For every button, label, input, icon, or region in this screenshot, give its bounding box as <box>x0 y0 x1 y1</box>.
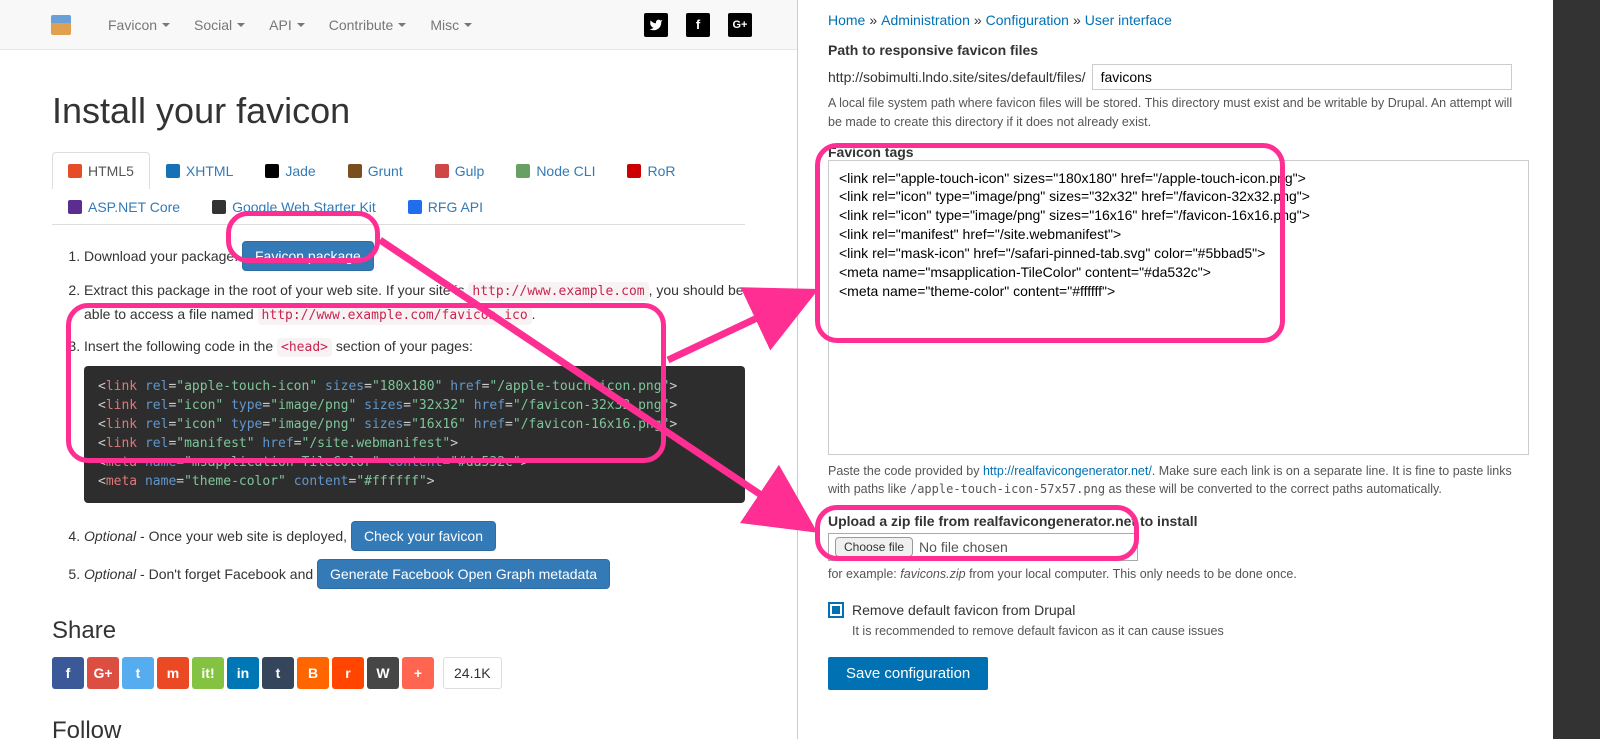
step-5: Optional - Don't forget Facebook and Gen… <box>84 559 745 589</box>
generate-fb-og-button[interactable]: Generate Facebook Open Graph metadata <box>317 559 610 589</box>
example-favicon-url: http://www.example.com/favicon.ico <box>258 306 532 325</box>
tab-icon <box>408 200 422 214</box>
tags-label: Favicon tags <box>828 144 1529 160</box>
share-button-5[interactable]: in <box>227 657 259 689</box>
navbar: FaviconSocialAPIContributeMisc f G+ <box>0 0 797 50</box>
caret-down-icon <box>297 23 305 27</box>
head-tag: <head> <box>277 338 332 357</box>
breadcrumb-user-interface[interactable]: User interface <box>1085 12 1172 28</box>
favicon-package-button[interactable]: Favicon package <box>242 241 374 271</box>
tab-node-cli[interactable]: Node CLI <box>500 152 611 189</box>
code-block: <link rel="apple-touch-icon" sizes="180x… <box>84 366 745 503</box>
tab-icon <box>516 164 530 178</box>
share-row: fG+tmit!intBrW+24.1K <box>52 657 745 689</box>
path-help: A local file system path where favicon f… <box>828 94 1529 132</box>
tags-help: Paste the code provided by http://realfa… <box>828 462 1529 500</box>
step-2: Extract this package in the root of your… <box>84 279 745 327</box>
tab-ror[interactable]: RoR <box>611 152 691 189</box>
share-button-4[interactable]: it! <box>192 657 224 689</box>
path-input[interactable] <box>1092 64 1512 90</box>
share-button-1[interactable]: G+ <box>87 657 119 689</box>
file-input-row[interactable]: Choose file No file chosen <box>828 533 1138 561</box>
file-status: No file chosen <box>919 539 1008 555</box>
tab-icon <box>435 164 449 178</box>
remove-default-favicon-checkbox[interactable] <box>828 602 844 618</box>
breadcrumb-configuration[interactable]: Configuration <box>986 12 1069 28</box>
caret-down-icon <box>162 23 170 27</box>
caret-down-icon <box>464 23 472 27</box>
caret-down-icon <box>237 23 245 27</box>
share-button-0[interactable]: f <box>52 657 84 689</box>
favicon-tags-textarea[interactable] <box>828 160 1529 455</box>
tab-gulp[interactable]: Gulp <box>419 152 501 189</box>
path-label: Path to responsive favicon files <box>828 42 1529 58</box>
gplus-icon[interactable]: G+ <box>728 13 752 37</box>
tab-icon <box>627 164 641 178</box>
share-button-7[interactable]: B <box>297 657 329 689</box>
choose-file-button[interactable]: Choose file <box>835 537 913 557</box>
check-favicon-button[interactable]: Check your favicon <box>351 521 496 551</box>
nav-item-favicon[interactable]: Favicon <box>96 2 182 48</box>
save-configuration-button[interactable]: Save configuration <box>828 657 988 690</box>
breadcrumb-home[interactable]: Home <box>828 12 865 28</box>
tab-icon <box>212 200 226 214</box>
upload-help: for example: favicons.zip from your loca… <box>828 565 1529 584</box>
instructions-list: Download your package: Favicon package E… <box>52 241 745 589</box>
path-prefix: http://sobimulti.lndo.site/sites/default… <box>828 69 1086 85</box>
follow-heading: Follow <box>52 717 745 739</box>
tab-html5[interactable]: HTML5 <box>52 152 150 189</box>
breadcrumb-administration[interactable]: Administration <box>881 12 970 28</box>
share-button-3[interactable]: m <box>157 657 189 689</box>
brand-logo[interactable] <box>51 15 71 35</box>
page-title: Install your favicon <box>52 90 745 132</box>
tab-asp-net-core[interactable]: ASP.NET Core <box>52 188 196 225</box>
step-3: Insert the following code in the <head> … <box>84 335 745 504</box>
checkbox-label: Remove default favicon from Drupal <box>852 602 1075 618</box>
twitter-icon[interactable] <box>644 13 668 37</box>
tab-icon <box>68 164 82 178</box>
nav-item-contribute[interactable]: Contribute <box>317 2 419 48</box>
nav-item-misc[interactable]: Misc <box>418 2 484 48</box>
tab-rfg-api[interactable]: RFG API <box>392 188 499 225</box>
tab-icon <box>265 164 279 178</box>
nav-item-api[interactable]: API <box>257 2 317 48</box>
share-button-2[interactable]: t <box>122 657 154 689</box>
nav-item-social[interactable]: Social <box>182 2 257 48</box>
step-4: Optional - Once your web site is deploye… <box>84 521 745 551</box>
checkbox-help: It is recommended to remove default favi… <box>852 622 1529 641</box>
share-button-6[interactable]: t <box>262 657 294 689</box>
tab-xhtml[interactable]: XHTML <box>150 152 249 189</box>
tab-grunt[interactable]: Grunt <box>332 152 419 189</box>
tab-jade[interactable]: Jade <box>249 152 331 189</box>
share-button-10[interactable]: + <box>402 657 434 689</box>
share-button-9[interactable]: W <box>367 657 399 689</box>
tab-icon <box>348 164 362 178</box>
caret-down-icon <box>398 23 406 27</box>
facebook-icon[interactable]: f <box>686 13 710 37</box>
example-url: http://www.example.com <box>468 282 648 301</box>
tabs: HTML5XHTMLJadeGruntGulpNode CLIRoR ASP.NE… <box>52 152 745 225</box>
tab-google-web-starter-kit[interactable]: Google Web Starter Kit <box>196 188 392 225</box>
tab-icon <box>68 200 82 214</box>
breadcrumb: Home»Administration»Configuration»User i… <box>828 0 1529 28</box>
step-1: Download your package: Favicon package <box>84 241 745 271</box>
share-count: 24.1K <box>443 657 502 689</box>
upload-label: Upload a zip file from realfavicongenera… <box>828 513 1529 529</box>
share-button-8[interactable]: r <box>332 657 364 689</box>
tab-icon <box>166 164 180 178</box>
share-heading: Share <box>52 617 745 645</box>
rfg-link[interactable]: http://realfavicongenerator.net/ <box>983 464 1152 478</box>
